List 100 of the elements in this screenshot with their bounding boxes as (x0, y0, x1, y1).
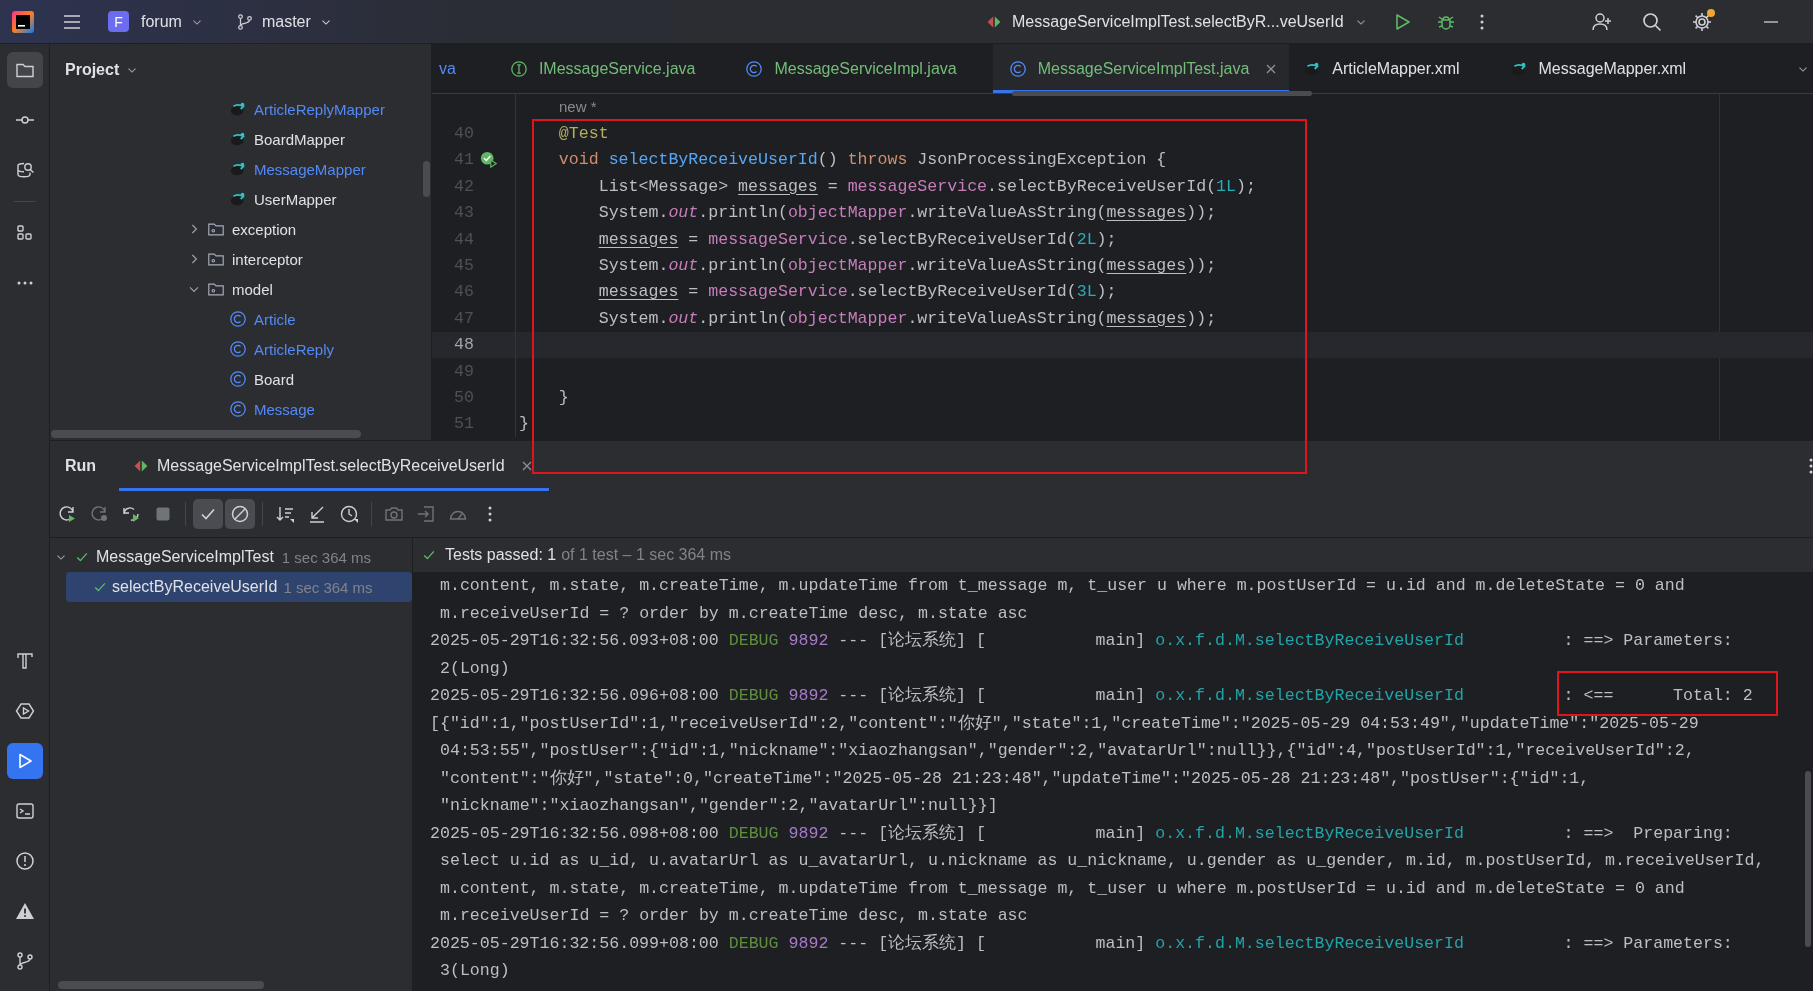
console-line: "nickname":"xiaozhangsan","gender":2,"avatarUrl":null}}] (440, 796, 998, 815)
test-passed-icon[interactable] (480, 150, 498, 169)
problems-icon (14, 851, 35, 871)
class-icon (745, 59, 764, 78)
class-icon (229, 400, 247, 418)
scrollbar[interactable] (423, 161, 430, 197)
console-line: 2025-05-29T16:32:56.099+08:00 DEBUG 9892 --- [论坛系统] [ main] o.x.f.d.M.selectByReceiveUserId (430, 933, 1464, 953)
branch-icon (235, 12, 254, 31)
console-line: m.receiveUserId = ? order by m.createTime desc, m.state asc (440, 603, 1028, 623)
folder-icon (207, 250, 225, 268)
tree-item[interactable]: Article (254, 310, 296, 328)
test-summary-detail: of 1 test – 1 sec 364 ms (561, 546, 732, 564)
rerun-failed-icon (89, 504, 109, 524)
tree-item[interactable]: model (232, 280, 273, 298)
code-line: List<Message> messages = messageService.selectByReceiveUserId(1L); (597, 176, 1256, 196)
branch-selector[interactable]: master (235, 12, 333, 31)
test-duration: 1 sec 364 ms (283, 578, 373, 596)
class-icon (229, 370, 247, 388)
scrollbar[interactable] (1012, 91, 1312, 96)
editor-tab[interactable]: ArticleMapper.xml (1289, 44, 1496, 93)
scrollbar[interactable] (1805, 771, 1811, 947)
search-icon[interactable] (1641, 10, 1663, 33)
project-badge: F (108, 11, 129, 32)
console-line: m.content, m.state, m.createTime, m.updateTime from t_message m, t_user u where m.postUserId = u.id and m.deleteState = 0 and (440, 878, 1685, 898)
editor-tab[interactable]: va (432, 44, 496, 93)
interface-icon (509, 59, 528, 78)
console-line: 04:53:55","postUser":{"id":1,"nickname":"xiaozhangsan","gender":2,"avatarUrl":null}},{"id":4,"postUserId":1,"receiveUserId":2, (440, 741, 1695, 760)
editor-tab[interactable]: MessageServiceImpl.java (731, 44, 993, 93)
database-search-icon (14, 160, 35, 180)
console-line: 2025-05-29T16:32:56.098+08:00 DEBUG 9892 --- [论坛系统] [ main] o.x.f.d.M.selectByReceiveUserId (430, 823, 1464, 843)
clock-icon (339, 504, 359, 524)
rerun-icon (57, 504, 77, 524)
test-summary: Tests passed: 1 (445, 546, 557, 564)
code-line: messages = messageService.selectByReceiveUserId(2L); (597, 229, 1117, 249)
console-line: m.receiveUserId = ? order by m.createTime desc, m.state asc (440, 906, 1028, 925)
code-line: System.out.println(objectMapper.writeValueAsString(messages)); (597, 203, 1217, 223)
editor-tab[interactable]: MessageServiceImplTest.java (992, 44, 1290, 93)
tree-item[interactable]: ArticleReplyMapper (254, 100, 385, 118)
services-icon (14, 701, 35, 721)
log-message: : ==> Parameters: (1563, 933, 1733, 953)
settings-icon[interactable] (1691, 10, 1713, 33)
collapse-icon (307, 504, 327, 524)
test-name: selectByReceiveUserId (112, 578, 278, 596)
add-user-icon[interactable] (1591, 10, 1613, 33)
more-icon (488, 506, 492, 522)
rerun-auto-icon (121, 504, 141, 524)
test-tree-row[interactable]: MessageServiceImplTest 1 sec 364 ms (50, 542, 412, 572)
toolbar-button[interactable] (193, 499, 223, 529)
run-config-selector[interactable]: MessageServiceImplTest.selectByR...veUserId (986, 12, 1368, 31)
code-line: System.out.println(objectMapper.writeValueAsString(messages)); (597, 308, 1217, 328)
class-icon (1008, 59, 1027, 78)
ignored-icon (230, 504, 250, 524)
code-line: } (557, 388, 569, 407)
class-icon (229, 340, 247, 358)
tree-item[interactable]: Board (254, 370, 295, 388)
code-line: } (519, 414, 529, 434)
tree-item[interactable]: interceptor (232, 250, 303, 268)
console-line: 2025-05-29T16:32:56.096+08:00 DEBUG 9892 --- [论坛系统] [ main] o.x.f.d.M.selectByReceiveUserId (430, 686, 1464, 705)
console-line: m.content, m.state, m.createTime, m.updateTime from t_message m, t_user u where m.postUserId = u.id and m.deleteState = 0 and (440, 576, 1685, 595)
tree-item[interactable]: MessageMapper (254, 160, 366, 178)
log-message: : ==> Parameters: (1563, 631, 1733, 650)
warning-icon (14, 901, 35, 921)
scrollbar[interactable] (51, 430, 361, 438)
panel-title[interactable]: Project (65, 61, 120, 79)
app-logo[interactable] (12, 10, 34, 33)
branch-icon (14, 951, 35, 971)
tree-item[interactable]: BoardMapper (254, 130, 345, 148)
editor-tab[interactable]: MessageMapper.xml (1495, 44, 1723, 93)
hammer-icon (14, 651, 35, 671)
sort-icon (275, 504, 295, 524)
test-name: MessageServiceImplTest (96, 548, 274, 566)
console-line: 2025-05-29T16:32:56.093+08:00 DEBUG 9892 --- [论坛系统] [ main] o.x.f.d.M.selectByReceiveUserId (430, 631, 1464, 650)
project-tool-button[interactable] (6, 52, 43, 88)
class-icon (229, 310, 247, 328)
project-selector[interactable]: F forum (108, 11, 204, 32)
tree-item[interactable]: ArticleReply (254, 340, 335, 358)
more-icon (16, 281, 33, 285)
panel-title[interactable]: Run (50, 441, 119, 491)
toolbar-button[interactable] (225, 499, 255, 529)
tree-item[interactable]: exception (232, 220, 297, 238)
console-line: 3(Long) (440, 961, 510, 980)
scrollbar[interactable] (58, 981, 264, 989)
console-line: "content":"你好","state":0,"createTime":"2025-05-28 21:23:48","updateTime":"2025-05-28 21:23:48","postUser":{"id":1, (440, 768, 1590, 788)
run-tool-button[interactable] (6, 743, 43, 779)
console-line: 2(Long) (440, 658, 510, 678)
terminal-icon (14, 801, 35, 821)
tree-item[interactable]: Message (254, 400, 315, 418)
close-icon[interactable] (1265, 62, 1278, 75)
log-message: : <== Total: 2 (1563, 686, 1753, 705)
run-tab[interactable]: MessageServiceImplTest.selectByReceiveUserId (119, 441, 549, 491)
tree-item[interactable]: UserMapper (254, 190, 337, 208)
folder-icon (207, 280, 225, 298)
camera-icon (384, 504, 404, 524)
editor-tab[interactable]: IMessageService.java (495, 44, 732, 93)
close-icon[interactable] (520, 460, 533, 472)
code-line: @Test (557, 124, 609, 144)
console-line: [{"id":1,"postUserId":1,"receiveUserId":2,"content":"你好","state":1,"createTime":"2025-05-29 04:53:49","updateTime":"2025-05-29 (430, 713, 1699, 733)
test-tree-row[interactable]: selectByReceiveUserId 1 sec 364 ms (66, 572, 412, 602)
code-line: messages = messageService.selectByReceiveUserId(3L); (597, 282, 1117, 302)
console-line: select u.id as u_id, u.avatarUrl as u_avatarUrl, u.nickname as u_nickname, u.gender as u_gender, m.id, m.postUserId, m.receiveUserId, (440, 851, 1765, 870)
